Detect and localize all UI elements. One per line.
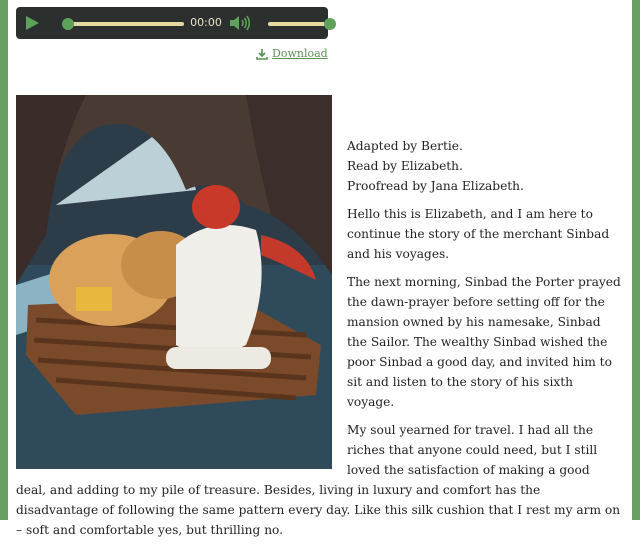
download-link[interactable]: Download (256, 47, 328, 60)
download-icon (256, 48, 268, 60)
seek-handle[interactable] (62, 18, 74, 30)
volume-handle[interactable] (324, 18, 336, 30)
credit-read: Read by Elizabeth. (347, 159, 463, 173)
credit-proofread: Proofread by Jana Elizabeth. (347, 179, 524, 193)
page-frame-left (0, 0, 8, 520)
seek-bar[interactable] (62, 18, 184, 30)
story-text: Adapted by Bertie. Read by Elizabeth. Pr… (16, 136, 622, 548)
credit-adapted: Adapted by Bertie. (347, 139, 463, 153)
volume-icon[interactable] (229, 15, 251, 31)
current-time: 00:00 (190, 16, 222, 29)
audio-player: 00:00 (16, 7, 336, 39)
volume-slider[interactable] (268, 18, 336, 30)
page-frame-right (632, 0, 640, 520)
play-icon[interactable] (24, 15, 40, 31)
download-label: Download (272, 47, 328, 60)
